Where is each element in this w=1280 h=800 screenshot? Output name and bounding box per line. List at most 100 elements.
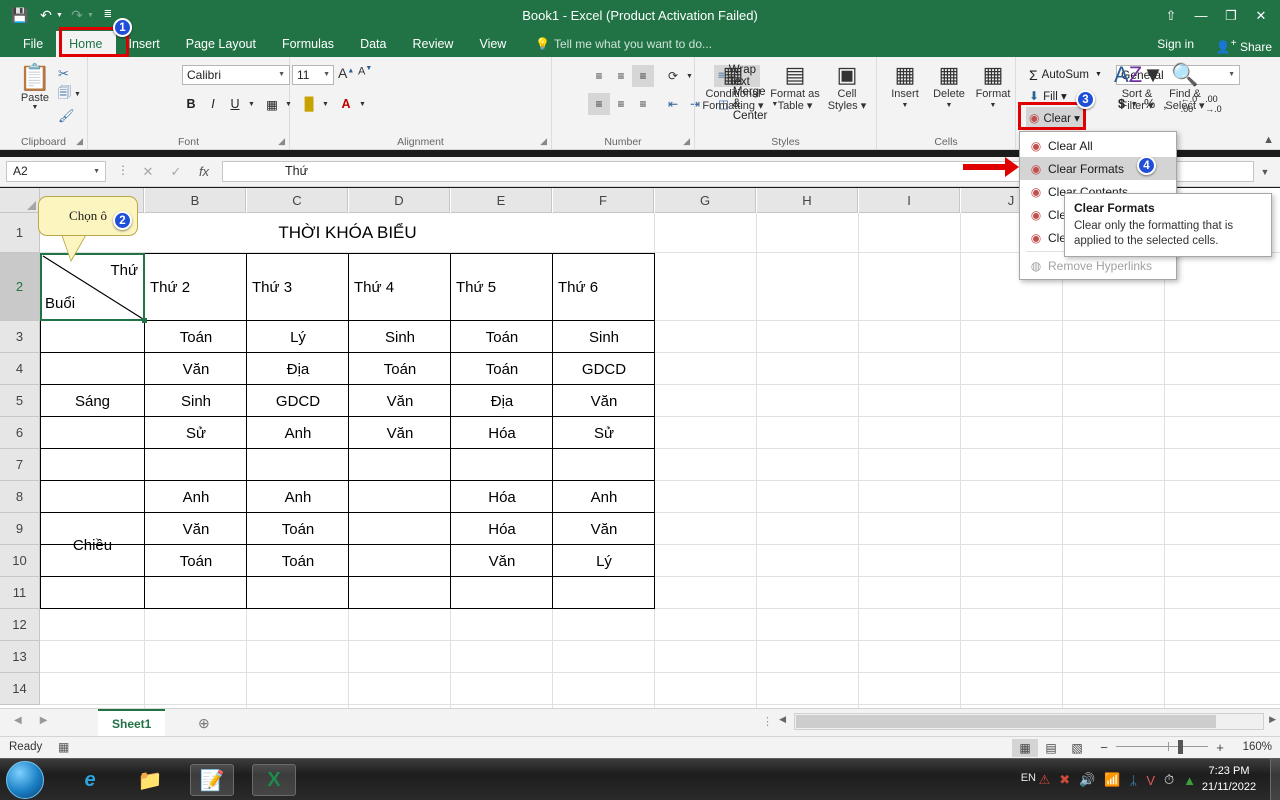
- cell-styles-button[interactable]: ▣ Cell Styles ▾: [815, 62, 879, 112]
- zoom-in-button[interactable]: +: [1214, 740, 1226, 755]
- sheet-tab-sheet1[interactable]: Sheet1: [98, 709, 166, 736]
- alignment-dialog-launcher-icon[interactable]: ◢: [540, 136, 547, 147]
- cell-D11[interactable]: [350, 577, 450, 609]
- restore-icon[interactable]: ❐: [1216, 3, 1246, 29]
- network-disconnected-icon[interactable]: ✖: [1059, 772, 1070, 788]
- col-header-H[interactable]: H: [757, 188, 858, 213]
- copy-button[interactable]: 🗐 ▼: [58, 84, 81, 105]
- tab-home[interactable]: Home: [56, 31, 116, 57]
- cut-button[interactable]: ✂: [58, 63, 81, 84]
- nvidia-icon[interactable]: ▲: [1183, 773, 1196, 788]
- cell-C9[interactable]: Toán: [248, 513, 348, 545]
- volume-icon[interactable]: 🔊: [1079, 772, 1095, 788]
- row-header-11[interactable]: 11: [0, 577, 40, 609]
- cell-C4[interactable]: Địa: [248, 353, 348, 385]
- horizontal-scrollbar-thumb[interactable]: [796, 715, 1216, 728]
- copy-caret-icon[interactable]: ▼: [74, 91, 81, 98]
- zoom-slider-thumb[interactable]: [1178, 740, 1183, 754]
- signal-icon[interactable]: 📶: [1104, 772, 1120, 788]
- col-header-D[interactable]: D: [349, 188, 450, 213]
- insert-caret-icon[interactable]: ▼: [883, 100, 927, 112]
- clear-button[interactable]: ◉ Clear ▾: [1026, 107, 1083, 128]
- cell-B11[interactable]: [146, 577, 246, 609]
- prev-sheet-icon[interactable]: ◀: [14, 715, 22, 726]
- row-header-3[interactable]: 3: [0, 321, 40, 353]
- taskbar-notepad-plus-plus[interactable]: 📝: [190, 764, 234, 796]
- cell-E8[interactable]: Hóa: [452, 481, 552, 513]
- cell-C8[interactable]: Anh: [248, 481, 348, 513]
- menu-item-clear-all[interactable]: ◉ Clear All: [1020, 134, 1176, 157]
- cell-C2-day-header[interactable]: Thứ 3: [248, 254, 348, 320]
- fill-button[interactable]: ⬇ Fill ▾: [1026, 85, 1070, 106]
- antivirus-icon[interactable]: ⚠: [1039, 772, 1051, 788]
- underline-button[interactable]: U: [224, 93, 246, 115]
- insert-function-icon[interactable]: fx: [190, 161, 218, 182]
- cell-C11[interactable]: [248, 577, 348, 609]
- expand-formula-bar-icon[interactable]: ▼: [1256, 161, 1274, 182]
- italic-button[interactable]: I: [202, 93, 224, 115]
- cell-F11[interactable]: [554, 577, 654, 609]
- number-dialog-launcher-icon[interactable]: ◢: [683, 136, 690, 147]
- cell-D3[interactable]: Sinh: [350, 321, 450, 353]
- page-layout-view-button[interactable]: ▤: [1038, 739, 1064, 757]
- minimize-icon[interactable]: —: [1186, 3, 1216, 29]
- row-header-12[interactable]: 12: [0, 609, 40, 641]
- cell-F4[interactable]: GDCD: [554, 353, 654, 385]
- collapse-ribbon-icon[interactable]: ▲: [1263, 134, 1274, 146]
- zoom-slider[interactable]: [1116, 739, 1208, 755]
- font-name-caret-icon[interactable]: ▼: [278, 66, 285, 84]
- cell-D10[interactable]: [350, 545, 450, 577]
- col-header-E[interactable]: E: [451, 188, 552, 213]
- share-button[interactable]: 👤+ Share: [1216, 31, 1272, 57]
- col-header-G[interactable]: G: [655, 188, 756, 213]
- select-all-corner[interactable]: [0, 188, 40, 213]
- row-header-13[interactable]: 13: [0, 641, 40, 673]
- cell-A3-session-sang[interactable]: Sáng: [41, 321, 144, 481]
- row-header-9[interactable]: 9: [0, 513, 40, 545]
- taskbar-internet-explorer[interactable]: e: [68, 764, 112, 796]
- bold-button[interactable]: B: [180, 93, 202, 115]
- cell-E10[interactable]: Văn: [452, 545, 552, 577]
- cell-C5[interactable]: GDCD: [248, 385, 348, 417]
- language-indicator[interactable]: EN: [1021, 772, 1036, 784]
- cell-B5[interactable]: Sinh: [146, 385, 246, 417]
- cell-F9[interactable]: Văn: [554, 513, 654, 545]
- row-header-5[interactable]: 5: [0, 385, 40, 417]
- cell-E6[interactable]: Hóa: [452, 417, 552, 449]
- tell-me-search[interactable]: 💡 Tell me what you want to do...: [535, 31, 712, 57]
- delete-cells-button[interactable]: ▦ Delete ▼: [927, 62, 971, 112]
- cell-C10[interactable]: Toán: [248, 545, 348, 577]
- insert-cells-button[interactable]: ▦ Insert ▼: [883, 62, 927, 112]
- row-header-1[interactable]: 1: [0, 213, 40, 253]
- unikey-icon[interactable]: V: [1146, 773, 1155, 788]
- taskbar-file-explorer[interactable]: 📁: [128, 764, 172, 796]
- row-header-6[interactable]: 6: [0, 417, 40, 449]
- col-header-F[interactable]: F: [553, 188, 654, 213]
- tab-data[interactable]: Data: [347, 31, 399, 57]
- tab-view[interactable]: View: [466, 31, 519, 57]
- delete-caret-icon[interactable]: ▼: [927, 100, 971, 112]
- cell-C3[interactable]: Lý: [248, 321, 348, 353]
- close-icon[interactable]: ✕: [1246, 3, 1276, 29]
- enter-icon[interactable]: ✓: [162, 161, 190, 182]
- row-header-2[interactable]: 2: [0, 253, 40, 321]
- row-header-4[interactable]: 4: [0, 353, 40, 385]
- format-painter-button[interactable]: 🖌: [58, 105, 81, 126]
- taskbar-clock[interactable]: 7:23 PM 21/11/2022: [1198, 763, 1260, 795]
- paste-button[interactable]: 📋 Paste ▼: [12, 63, 58, 111]
- col-header-B[interactable]: B: [145, 188, 246, 213]
- scroll-left-icon[interactable]: ◀: [779, 714, 786, 725]
- tab-file[interactable]: File: [10, 31, 56, 57]
- taskbar-excel[interactable]: X: [252, 764, 296, 796]
- cell-F8[interactable]: Anh: [554, 481, 654, 513]
- cell-B9[interactable]: Văn: [146, 513, 246, 545]
- show-desktop-button[interactable]: [1270, 759, 1280, 800]
- conditional-formatting-button[interactable]: ▦ Conditional Formatting ▾: [701, 62, 765, 112]
- name-box[interactable]: A2 ▼: [6, 161, 106, 182]
- page-break-view-button[interactable]: ▧: [1064, 739, 1090, 757]
- autosum-button[interactable]: Σ AutoSum ▼: [1026, 64, 1105, 85]
- cell-D9[interactable]: [350, 513, 450, 545]
- cell-E11[interactable]: [452, 577, 552, 609]
- ribbon-display-options-icon[interactable]: ⇧: [1156, 3, 1186, 29]
- cell-E3[interactable]: Toán: [452, 321, 552, 353]
